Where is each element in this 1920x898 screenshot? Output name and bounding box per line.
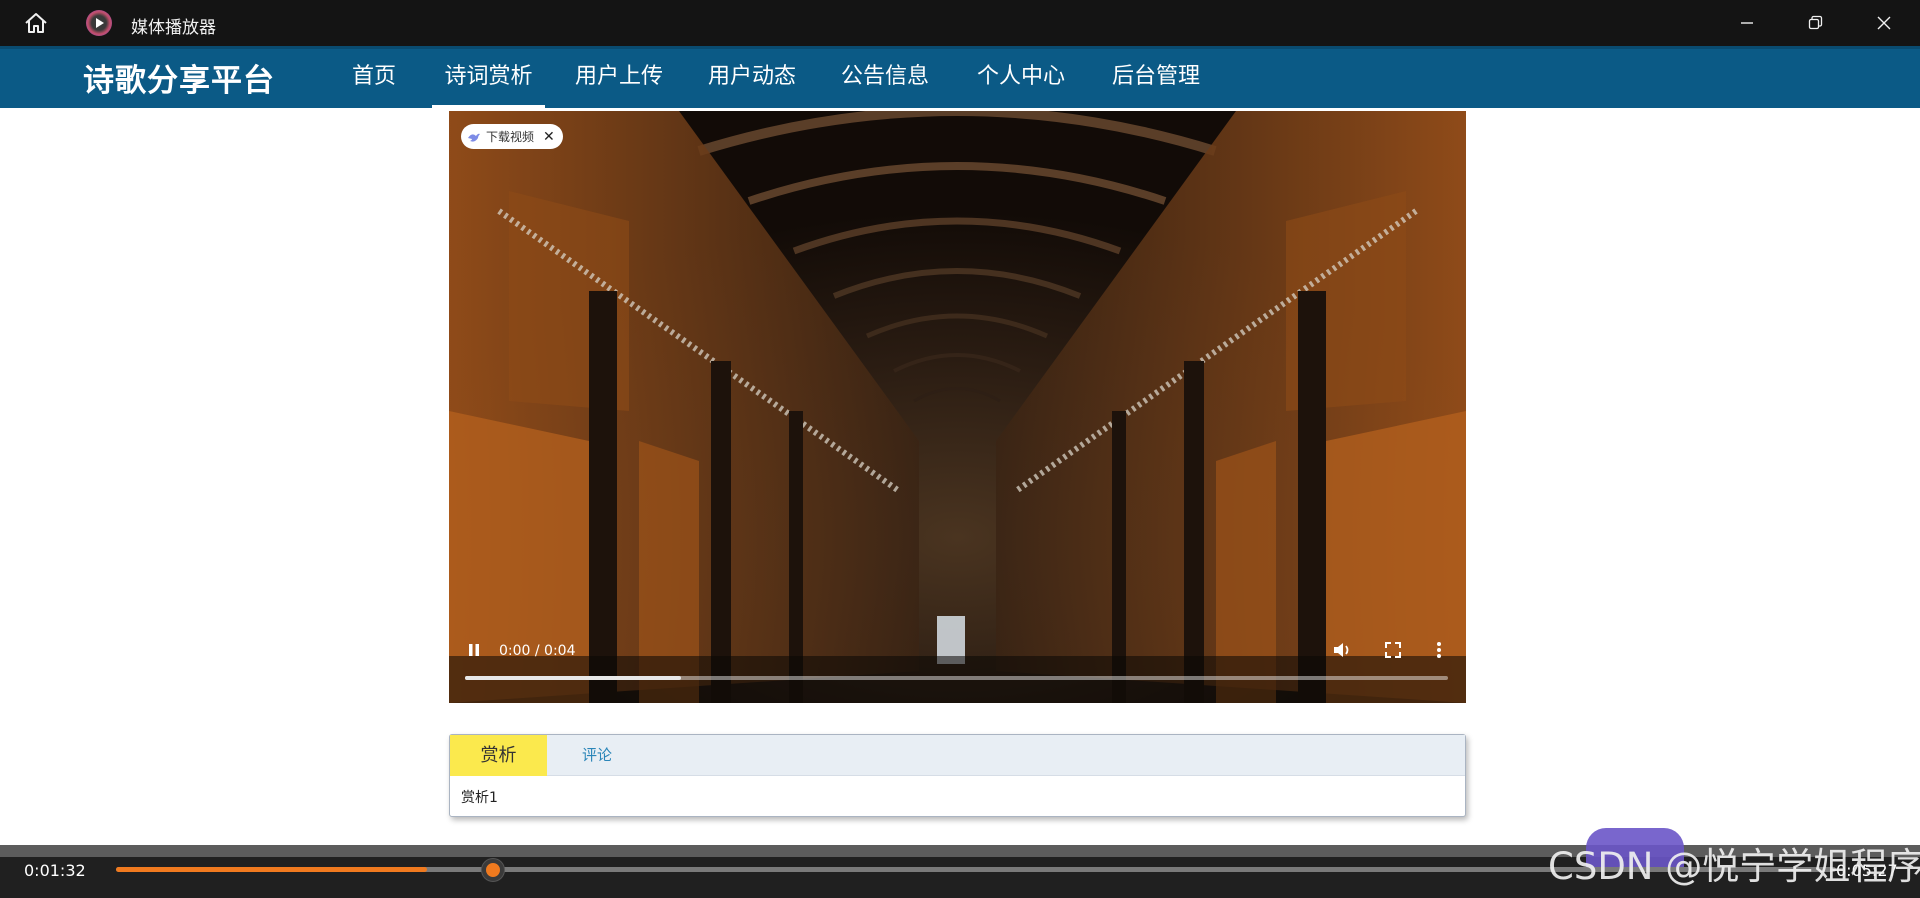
seek-fill xyxy=(116,867,428,872)
seek-thumb[interactable] xyxy=(482,859,504,881)
nav-poetry-appreciation[interactable]: 诗词赏析 xyxy=(432,49,545,108)
restore-icon[interactable] xyxy=(1781,0,1849,46)
nav-user-activity[interactable]: 用户动态 xyxy=(708,49,796,108)
appreciation-tabs-panel: 赏析 评论 赏析1 xyxy=(449,734,1466,817)
nav-user-upload[interactable]: 用户上传 xyxy=(575,49,663,108)
tab-appreciation[interactable]: 赏析 xyxy=(450,735,547,776)
download-video-label: 下载视频 xyxy=(486,130,535,144)
fullscreen-icon[interactable] xyxy=(1384,641,1402,663)
tabs-header: 赏析 评论 xyxy=(450,735,1465,776)
volume-icon[interactable] xyxy=(1332,641,1352,663)
minimize-icon[interactable] xyxy=(1713,0,1781,46)
video-progress-track[interactable] xyxy=(465,676,1448,680)
video-frame-library xyxy=(449,111,1466,703)
pause-icon[interactable] xyxy=(466,642,482,658)
video-player[interactable]: 下载视频 ✕ 0:00 / 0:04 xyxy=(449,111,1466,703)
site-navbar: 诗歌分享平台 首页 诗词赏析 用户上传 用户动态 公告信息 个人中心 后台管理 xyxy=(0,46,1920,108)
bird-icon xyxy=(468,133,480,142)
close-icon[interactable]: ✕ xyxy=(543,129,555,145)
site-brand[interactable]: 诗歌分享平台 xyxy=(83,55,275,100)
more-options-icon[interactable] xyxy=(1435,641,1443,663)
nav-announcements[interactable]: 公告信息 xyxy=(841,49,929,108)
elapsed-time: 0:01:32 xyxy=(24,861,86,880)
home-icon[interactable] xyxy=(20,9,52,37)
tab-comments[interactable]: 评论 xyxy=(547,735,647,776)
csdn-watermark: CSDN @悦宁学姐程序 xyxy=(1548,845,1920,888)
tab-content-text: 赏析1 xyxy=(461,790,498,806)
nav-admin[interactable]: 后台管理 xyxy=(1112,49,1200,108)
nav-personal-center[interactable]: 个人中心 xyxy=(977,49,1065,108)
video-progress-fill xyxy=(465,676,682,680)
nav-home[interactable]: 首页 xyxy=(352,49,396,108)
window-title-bar: 媒体播放器 xyxy=(0,0,1920,46)
app-title: 媒体播放器 xyxy=(131,18,216,38)
download-video-button[interactable]: 下载视频 ✕ xyxy=(461,124,563,149)
close-icon[interactable] xyxy=(1850,0,1918,46)
video-time: 0:00 / 0:04 xyxy=(499,643,576,659)
media-player-icon xyxy=(86,10,112,36)
